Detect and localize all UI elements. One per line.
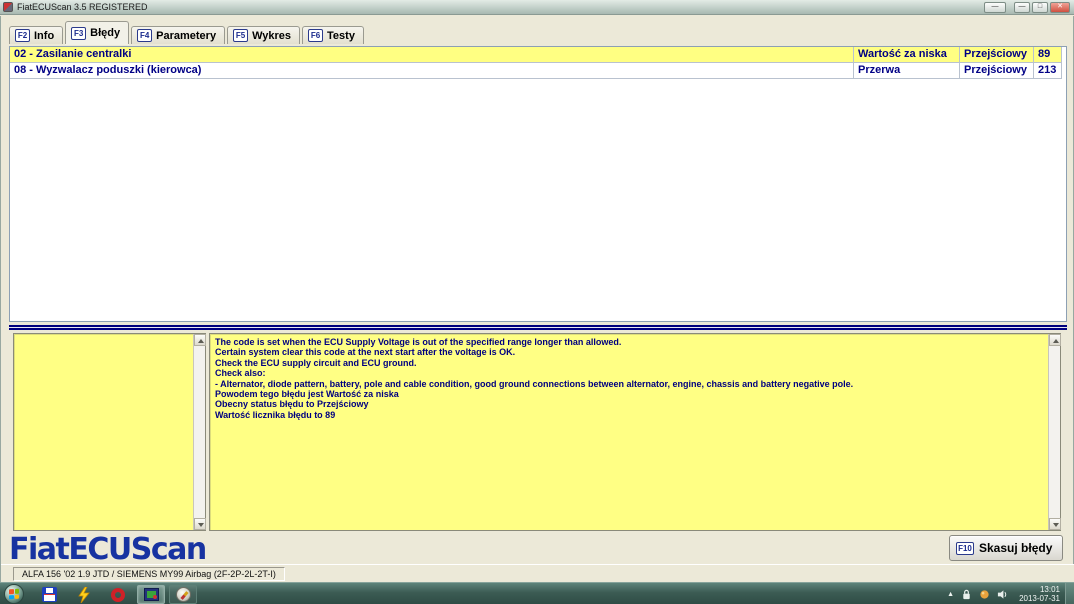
lightning-icon — [78, 586, 90, 603]
error-count-cell: 89 — [1034, 47, 1062, 63]
description-scrollbar[interactable] — [1048, 334, 1061, 530]
clock-date: 2013-07-31 — [1019, 594, 1060, 603]
arrow-up-icon — [198, 339, 204, 343]
windows-logo-icon — [9, 588, 19, 600]
error-row-selected[interactable]: 02 - Zasilanie centralki Wartość za nisk… — [10, 47, 1062, 63]
lock-icon[interactable] — [961, 589, 972, 600]
system-tray: ▲ 13:01 2013-07-31 — [947, 583, 1060, 604]
window-title: FiatECUScan 3.5 REGISTERED — [17, 2, 148, 12]
volume-icon[interactable] — [997, 589, 1008, 600]
error-code-cell: 02 - Zasilanie centralki — [10, 47, 854, 63]
tab-info[interactable]: F2 Info — [9, 26, 64, 44]
error-count-cell: 213 — [1034, 63, 1062, 79]
tab-testy[interactable]: F6 Testy — [302, 26, 364, 44]
description-line: Powodem tego błędu jest Wartość za niska — [215, 389, 399, 400]
screen: FiatECUScan 3.5 REGISTERED — — □ ✕ F2 In… — [0, 0, 1074, 604]
clock-time: 13:01 — [1039, 585, 1060, 594]
error-reason-cell: Przerwa — [854, 63, 960, 79]
minimize-button[interactable]: — — [1014, 2, 1030, 13]
fiatecuscan-app-icon — [143, 588, 159, 601]
f4-key-badge: F4 — [137, 29, 153, 42]
app-window: F2 Info F3 Błędy F4 Parametery F5 Wykres… — [0, 16, 1074, 582]
maximize-button[interactable]: □ — [1032, 2, 1048, 13]
description-line: - Alternator, diode pattern, battery, po… — [215, 378, 854, 389]
taskbar-item-lightning-app[interactable] — [70, 585, 98, 604]
taskbar-item-fiatecuscan[interactable] — [137, 585, 165, 604]
error-description-text: The code is set when the ECU Supply Volt… — [215, 337, 1044, 420]
freeze-frame-scrollbar[interactable] — [193, 334, 206, 530]
floppy-disk-icon — [41, 587, 57, 602]
tab-testy-label: Testy — [327, 29, 355, 42]
extra-minimize-button[interactable]: — — [984, 2, 1006, 13]
close-button[interactable]: ✕ — [1050, 2, 1070, 13]
app-icon — [3, 2, 13, 12]
clear-errors-button[interactable]: F10 Skasuj błędy — [949, 535, 1063, 561]
f6-key-badge: F6 — [308, 29, 324, 42]
scroll-down-button[interactable] — [194, 518, 206, 530]
description-line: The code is set when the ECU Supply Volt… — [215, 337, 622, 347]
taskbar-item-file-manager[interactable] — [35, 585, 63, 604]
tab-wykres-label: Wykres — [252, 29, 292, 42]
tab-info-label: Info — [34, 29, 55, 42]
freeze-frame-panel — [13, 333, 206, 531]
tab-wykres[interactable]: F5 Wykres — [227, 26, 301, 44]
taskbar: ▲ 13:01 2013-07-31 — [0, 582, 1074, 604]
description-line: Check also: — [215, 368, 266, 379]
scroll-up-button[interactable] — [194, 334, 206, 346]
vehicle-info: ALFA 156 '02 1.9 JTD / SIEMENS MY99 Airb… — [13, 567, 285, 581]
arrow-down-icon — [198, 523, 204, 527]
error-status-cell: Przejściowy — [960, 63, 1034, 79]
fiatecuscan-logo: FiatECUScan — [9, 532, 207, 567]
arrow-up-icon — [1053, 339, 1059, 343]
arrow-down-icon — [1053, 523, 1059, 527]
taskbar-item-opera[interactable] — [104, 585, 132, 604]
f2-key-badge: F2 — [15, 29, 30, 42]
tab-parametery-label: Parametery — [156, 29, 217, 42]
taskbar-item-browser[interactable] — [169, 585, 197, 604]
hidden-icons-arrow[interactable]: ▲ — [947, 591, 954, 598]
description-line: Obecny status błędu to Przejściowy — [215, 399, 369, 410]
error-reason-cell: Wartość za niska — [854, 47, 960, 63]
scroll-up-button[interactable] — [1049, 334, 1061, 346]
f10-key-badge: F10 — [956, 541, 974, 555]
f3-key-badge: F3 — [71, 26, 87, 40]
tab-bledy[interactable]: F3 Błędy — [65, 21, 130, 44]
show-desktop-button[interactable] — [1065, 583, 1074, 604]
scroll-down-button[interactable] — [1049, 518, 1061, 530]
description-line: Check the ECU supply circuit and ECU gro… — [215, 357, 417, 368]
description-line: Wartość licznika błędu to 89 — [215, 409, 336, 420]
status-bar: ALFA 156 '02 1.9 JTD / SIEMENS MY99 Airb… — [1, 564, 1074, 582]
tray-clock[interactable]: 13:01 2013-07-31 — [1019, 585, 1060, 603]
clear-errors-label: Skasuj błędy — [979, 541, 1053, 555]
f5-key-badge: F5 — [233, 29, 249, 42]
opera-icon — [111, 587, 125, 602]
error-status-cell: Przejściowy — [960, 47, 1034, 63]
section-divider — [9, 325, 1067, 331]
tab-parametery[interactable]: F4 Parametery — [131, 26, 226, 44]
description-line: Certain system clear this code at the ne… — [215, 347, 516, 358]
start-button[interactable] — [4, 584, 24, 604]
update-status-icon[interactable] — [979, 589, 990, 600]
compass-icon — [175, 587, 191, 602]
error-row[interactable]: 08 - Wyzwalacz poduszki (kierowca) Przer… — [10, 63, 1062, 79]
error-code-cell: 08 - Wyzwalacz poduszki (kierowca) — [10, 63, 854, 79]
error-list-panel: 02 - Zasilanie centralki Wartość za nisk… — [9, 46, 1067, 322]
title-bar: FiatECUScan 3.5 REGISTERED — — □ ✕ — [0, 0, 1074, 15]
tab-strip: F2 Info F3 Błędy F4 Parametery F5 Wykres… — [9, 21, 366, 44]
tab-bledy-label: Błędy — [90, 27, 121, 39]
error-description-panel: The code is set when the ECU Supply Volt… — [209, 333, 1061, 531]
